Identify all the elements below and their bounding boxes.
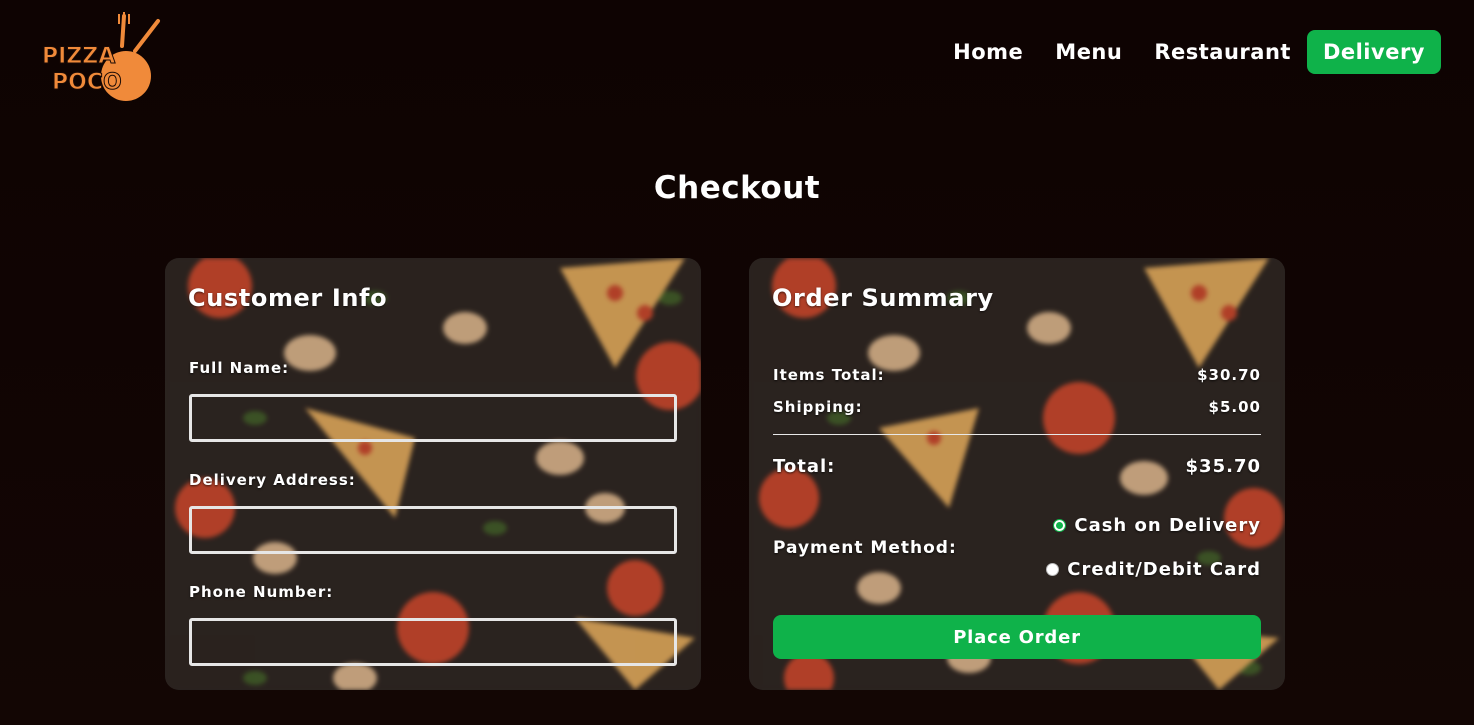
nav-menu[interactable]: Menu <box>1039 30 1138 74</box>
main-nav: Home Menu Restaurant Delivery <box>937 30 1441 74</box>
payment-option-cash-label: Cash on Delivery <box>1074 515 1261 536</box>
nav-delivery[interactable]: Delivery <box>1306 30 1441 74</box>
page-title: Checkout <box>653 170 821 206</box>
customer-info-panel: Customer Info Full Name: Delivery Addres… <box>165 258 701 690</box>
payment-option-card-label: Credit/Debit Card <box>1067 559 1261 580</box>
total-label: Total: <box>773 456 836 477</box>
items-total-row: Items Total: $30.70 <box>773 366 1261 384</box>
customer-info-title: Customer Info <box>188 284 388 312</box>
total-value: $35.70 <box>1185 456 1261 477</box>
delivery-address-label: Delivery Address: <box>189 471 356 489</box>
order-summary-panel: Order Summary Items Total: $30.70 Shippi… <box>749 258 1285 690</box>
radio-selected-icon[interactable] <box>1053 519 1067 532</box>
radio-unselected-icon[interactable] <box>1046 563 1060 576</box>
nav-restaurant[interactable]: Restaurant <box>1138 30 1307 74</box>
pizza-poco-logo[interactable]: PIZZA POCO <box>40 6 166 106</box>
nav-home[interactable]: Home <box>937 30 1039 74</box>
svg-text:POCO: POCO <box>52 70 122 95</box>
page: PIZZA POCO Home Menu Restaurant Delivery… <box>0 0 1474 725</box>
summary-divider <box>773 434 1261 435</box>
payment-option-card[interactable]: Credit/Debit Card <box>1046 559 1261 580</box>
full-name-label: Full Name: <box>189 359 290 377</box>
delivery-address-input[interactable] <box>189 506 677 554</box>
shipping-value: $5.00 <box>1208 398 1261 416</box>
payment-method-label: Payment Method: <box>773 538 957 558</box>
items-total-label: Items Total: <box>773 366 885 384</box>
full-name-input[interactable] <box>189 394 677 442</box>
payment-option-cash[interactable]: Cash on Delivery <box>1053 515 1261 536</box>
shipping-row: Shipping: $5.00 <box>773 398 1261 416</box>
total-row: Total: $35.70 <box>773 456 1261 477</box>
place-order-button[interactable]: Place Order <box>773 615 1261 659</box>
order-summary-title: Order Summary <box>772 284 994 312</box>
shipping-label: Shipping: <box>773 398 863 416</box>
phone-number-input[interactable] <box>189 618 677 666</box>
svg-text:PIZZA: PIZZA <box>42 44 115 69</box>
phone-number-label: Phone Number: <box>189 583 334 601</box>
items-total-value: $30.70 <box>1197 366 1261 384</box>
